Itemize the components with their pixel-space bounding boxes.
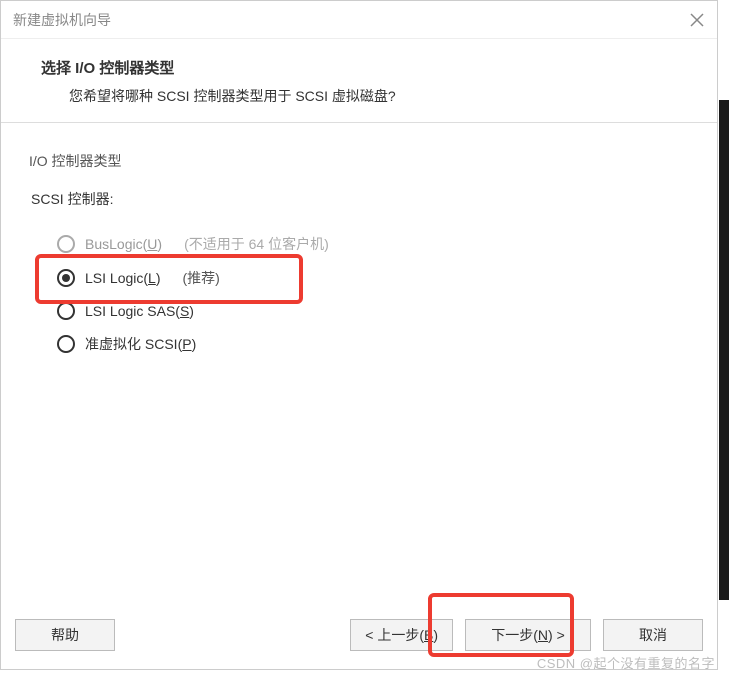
- radio-option-lsilogic[interactable]: LSI Logic(L) (推荐): [29, 261, 689, 295]
- window-title: 新建虚拟机向导: [13, 10, 111, 30]
- section-title: I/O 控制器类型: [29, 151, 689, 171]
- radio-option-buslogic: BusLogic(U) (不适用于 64 位客户机): [29, 227, 689, 261]
- radio-icon: [57, 302, 75, 320]
- radio-icon: [57, 335, 75, 353]
- wizard-dialog: 新建虚拟机向导 选择 I/O 控制器类型 您希望将哪种 SCSI 控制器类型用于…: [0, 0, 718, 670]
- page-subtitle: 您希望将哪种 SCSI 控制器类型用于 SCSI 虚拟磁盘?: [41, 86, 677, 106]
- help-button[interactable]: 帮助: [15, 619, 115, 651]
- radio-icon: [57, 269, 75, 287]
- radio-icon: [57, 235, 75, 253]
- background-panel: [719, 100, 729, 600]
- radio-label: 准虚拟化 SCSI(P): [85, 334, 196, 354]
- radio-label: BusLogic(U): [85, 236, 162, 252]
- back-button[interactable]: < 上一步(B): [350, 619, 453, 651]
- wizard-footer: 帮助 < 上一步(B) 下一步(N) > 取消: [1, 603, 717, 669]
- group-label: SCSI 控制器:: [29, 189, 689, 209]
- close-icon[interactable]: [689, 12, 705, 28]
- next-button[interactable]: 下一步(N) >: [465, 619, 591, 651]
- wizard-content: I/O 控制器类型 SCSI 控制器: BusLogic(U) (不适用于 64…: [1, 123, 717, 603]
- radio-option-pvscsi[interactable]: 准虚拟化 SCSI(P): [29, 327, 689, 361]
- radio-label: LSI Logic SAS(S): [85, 303, 194, 319]
- cancel-button[interactable]: 取消: [603, 619, 703, 651]
- titlebar: 新建虚拟机向导: [1, 1, 717, 39]
- radio-note: (推荐): [183, 268, 220, 288]
- page-title: 选择 I/O 控制器类型: [41, 57, 677, 78]
- wizard-header: 选择 I/O 控制器类型 您希望将哪种 SCSI 控制器类型用于 SCSI 虚拟…: [1, 39, 717, 123]
- radio-note: (不适用于 64 位客户机): [184, 234, 329, 254]
- radio-option-lsisas[interactable]: LSI Logic SAS(S): [29, 295, 689, 327]
- radio-label: LSI Logic(L): [85, 270, 161, 286]
